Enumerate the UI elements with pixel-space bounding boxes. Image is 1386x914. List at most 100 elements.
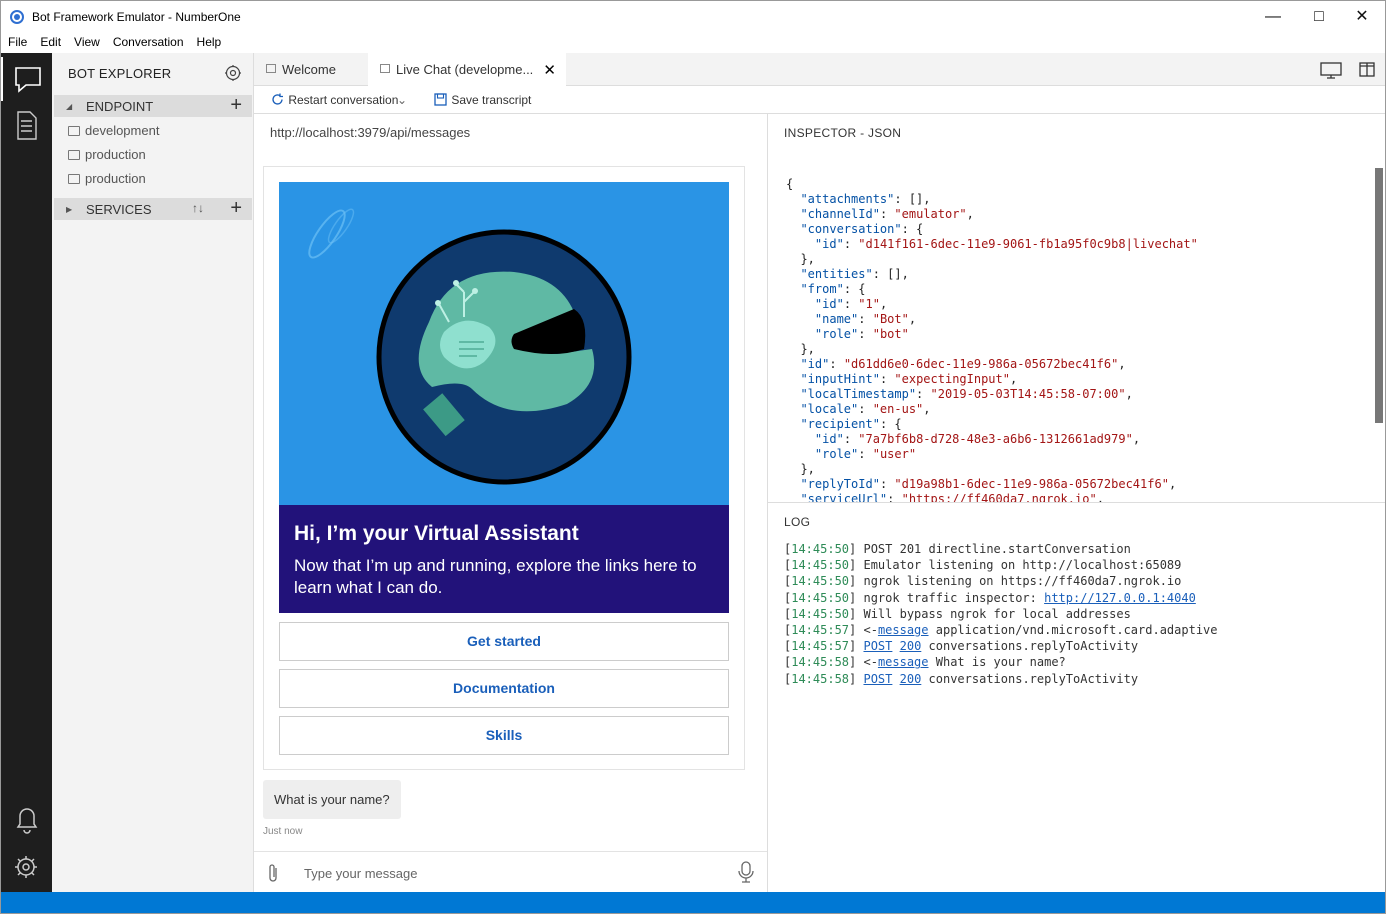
json-line: "conversation": {: [800, 222, 924, 236]
card-hero-image: [279, 182, 729, 505]
log-line: [14:45:57] <-message application/vnd.mic…: [784, 623, 1218, 638]
add-endpoint-icon[interactable]: +: [230, 95, 242, 115]
transcript-file-icon[interactable]: [1, 103, 52, 147]
presentation-mode-icon[interactable]: [1320, 61, 1342, 82]
bot-explorer-panel: BOT EXPLORER ◢ ENDPOINT + development pr…: [52, 53, 254, 892]
menu-conversation[interactable]: Conversation: [106, 33, 190, 49]
inspector-scrollbar[interactable]: [1375, 168, 1383, 423]
log-timestamp: 14:45:57: [791, 639, 850, 654]
attachment-paperclip-icon[interactable]: [266, 862, 280, 887]
inspector-panel: INSPECTOR - JSON { "attachments": [], "c…: [768, 114, 1385, 503]
json-line: "locale": "en-us",: [800, 402, 931, 416]
log-line: [14:45:58] POST 200 conversations.replyT…: [784, 671, 1139, 686]
log-line: [14:45:50] Emulator listening on http://…: [784, 558, 1182, 573]
adaptive-card: Hi, I’m your Virtual Assistant Now that …: [263, 166, 745, 770]
status-bar: [1, 892, 1385, 913]
log-link[interactable]: message: [878, 623, 929, 637]
menu-view[interactable]: View: [67, 33, 106, 49]
chat-bubble-icon: [68, 174, 80, 184]
log-panel: LOG [14:45:50] POST 201 directline.start…: [768, 504, 1385, 892]
restart-icon: [272, 93, 283, 105]
endpoint-label: production: [85, 171, 146, 186]
microphone-icon[interactable]: [738, 861, 754, 886]
notifications-bell-icon[interactable]: [1, 797, 52, 841]
documentation-button[interactable]: Documentation: [279, 669, 729, 708]
endpoint-item-development[interactable]: development: [68, 123, 159, 143]
log-lines: [14:45:50] POST 201 directline.startConv…: [784, 541, 1218, 687]
json-line: "recipient": {: [800, 417, 902, 431]
restart-conversation-button[interactable]: Restart conversation: [271, 93, 398, 107]
card-banner: Hi, I’m your Virtual Assistant Now that …: [279, 505, 729, 613]
log-timestamp: 14:45:57: [791, 623, 850, 638]
explorer-settings-gear-icon[interactable]: [224, 64, 242, 85]
log-link[interactable]: 200: [900, 672, 922, 686]
tab-welcome[interactable]: Welcome: [254, 53, 366, 86]
bot-message-bubble: What is your name?: [263, 780, 401, 819]
log-link[interactable]: POST: [863, 639, 892, 653]
restart-label: Restart conversation: [288, 93, 399, 107]
json-line: "localTimestamp": "2019-05-03T14:45:58-0…: [800, 387, 1133, 401]
minimize-button[interactable]: —: [1250, 1, 1296, 33]
log-line: [14:45:50] ngrok listening on https://ff…: [784, 574, 1182, 589]
add-service-icon[interactable]: +: [230, 198, 242, 218]
menu-edit[interactable]: Edit: [33, 33, 67, 49]
json-line: "id": "1",: [814, 297, 888, 311]
message-input-bar: Type your message: [254, 851, 767, 892]
tab-live-chat[interactable]: Live Chat (developme... ✕: [368, 53, 566, 87]
message-timestamp: Just now: [263, 826, 303, 837]
log-timestamp: 14:45:50: [791, 590, 850, 605]
message-input[interactable]: Type your message: [304, 866, 417, 881]
json-line: "id": "d141f161-6dec-11e9-9061-fb1a95f0c…: [814, 237, 1198, 251]
log-link[interactable]: 200: [900, 639, 922, 653]
log-title: LOG: [784, 515, 811, 529]
card-title: Hi, I’m your Virtual Assistant: [294, 522, 579, 545]
chat-bubble-icon: [68, 150, 80, 160]
close-window-button[interactable]: ✕: [1339, 1, 1385, 33]
endpoint-section-header[interactable]: ◢ ENDPOINT +: [54, 95, 252, 117]
endpoint-item-production-2[interactable]: production: [68, 171, 146, 191]
endpoint-url: http://localhost:3979/api/messages: [270, 125, 471, 140]
sort-icon[interactable]: ↑↓: [192, 201, 204, 215]
save-icon: [434, 93, 447, 106]
close-tab-icon[interactable]: ✕: [543, 61, 556, 79]
chat-icon[interactable]: [1, 57, 52, 101]
document-icon: [266, 64, 276, 73]
log-link[interactable]: message: [878, 655, 929, 669]
endpoint-section-label: ENDPOINT: [86, 99, 154, 114]
restart-dropdown-chevron-icon[interactable]: ⌄: [397, 93, 407, 107]
menu-help[interactable]: Help: [190, 33, 228, 49]
card-subtitle: Now that I’m up and running, explore the…: [294, 556, 697, 597]
log-link[interactable]: http://127.0.0.1:4040: [1044, 591, 1196, 605]
log-timestamp: 14:45:50: [791, 574, 850, 589]
chat-bubble-icon: [380, 64, 390, 73]
settings-gear-icon[interactable]: [1, 845, 52, 889]
json-line: "name": "Bot",: [814, 312, 917, 326]
services-section-header[interactable]: ▶ SERVICES ↑↓ +: [54, 198, 252, 220]
json-line: {: [786, 177, 794, 191]
log-timestamp: 14:45:50: [791, 542, 850, 556]
menu-bar: File Edit View Conversation Help: [1, 33, 1385, 53]
get-started-button[interactable]: Get started: [279, 622, 729, 661]
json-line: },: [786, 252, 815, 266]
chat-bubble-icon: [68, 126, 80, 136]
log-line: [14:45:58] <-message What is your name?: [784, 655, 1066, 670]
log-link[interactable]: POST: [863, 672, 892, 686]
menu-file[interactable]: File: [1, 33, 33, 49]
document-tab-bar: Welcome Live Chat (developme... ✕: [254, 53, 1385, 87]
app-window: Bot Framework Emulator - NumberOne — □ ✕…: [0, 0, 1386, 914]
log-line: [14:45:50] Will bypass ngrok for local a…: [784, 606, 1131, 621]
json-line: "role": "bot": [814, 327, 909, 341]
expand-triangle-icon: ▶: [66, 205, 73, 214]
window-title: Bot Framework Emulator - NumberOne: [32, 10, 241, 24]
skills-button[interactable]: Skills: [279, 716, 729, 755]
split-view-icon[interactable]: [1359, 62, 1375, 80]
log-timestamp: 14:45:58: [791, 671, 850, 686]
log-timestamp: 14:45:50: [791, 606, 850, 621]
json-line: "id": "d61dd6e0-6dec-11e9-986a-05672bec4…: [800, 357, 1126, 371]
endpoint-item-production[interactable]: production: [68, 147, 146, 167]
maximize-button[interactable]: □: [1296, 1, 1342, 33]
json-line: "role": "user": [814, 447, 917, 461]
services-section-label: SERVICES: [86, 202, 152, 217]
save-transcript-button[interactable]: Save transcript: [434, 93, 531, 107]
virtual-assistant-illustration: [308, 208, 632, 485]
